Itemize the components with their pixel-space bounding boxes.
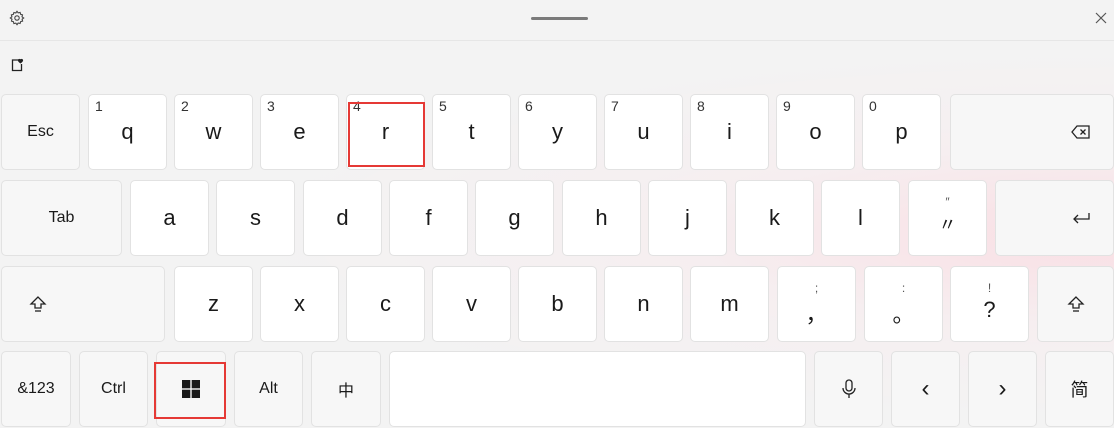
language-key-label: 简 xyxy=(1070,380,1089,400)
key-label: t xyxy=(468,119,475,144)
language-key[interactable]: 简 xyxy=(1045,351,1114,427)
enter-key[interactable] xyxy=(995,180,1114,256)
tab-key-label: Tab xyxy=(48,209,75,226)
key-n[interactable]: n xyxy=(604,266,683,342)
gear-icon[interactable] xyxy=(9,10,25,26)
key-t[interactable]: 5 t xyxy=(432,94,511,170)
key-j[interactable]: j xyxy=(648,180,727,256)
microphone-icon xyxy=(841,379,857,399)
key-label: z xyxy=(208,291,219,316)
key-label: o xyxy=(809,119,822,144)
key-label: i xyxy=(727,119,732,144)
esc-key[interactable]: Esc xyxy=(1,94,80,170)
key-g[interactable]: g xyxy=(475,180,554,256)
key-l[interactable]: l xyxy=(821,180,900,256)
tab-key[interactable]: Tab xyxy=(1,180,122,256)
key-c[interactable]: c xyxy=(346,266,425,342)
key-e[interactable]: 3 e xyxy=(260,94,339,170)
key-label: g xyxy=(508,205,521,230)
close-icon[interactable] xyxy=(1093,10,1109,26)
shift-key-left[interactable] xyxy=(1,266,165,342)
key-q[interactable]: 1 q xyxy=(88,94,167,170)
key-v[interactable]: v xyxy=(432,266,511,342)
backspace-key[interactable] xyxy=(950,94,1114,170)
key-label: u xyxy=(637,119,650,144)
touch-keyboard: Esc 1 q 2 w 3 e 4 r 5 t 6 y 7 u 8 i 9 o … xyxy=(0,0,1114,428)
key-label: m xyxy=(720,291,739,316)
key-label: y xyxy=(552,119,563,144)
key-label: ， xyxy=(805,302,828,327)
key-period[interactable]: : 。 xyxy=(864,266,943,342)
shift-icon xyxy=(29,295,47,313)
key-question[interactable]: ! ? xyxy=(950,266,1029,342)
key-z[interactable]: z xyxy=(174,266,253,342)
ctrl-key[interactable]: Ctrl xyxy=(79,351,148,427)
key-u[interactable]: 7 u xyxy=(604,94,683,170)
space-bar[interactable] xyxy=(389,351,806,427)
key-label: w xyxy=(205,119,222,144)
alt-key[interactable]: Alt xyxy=(234,351,303,427)
key-m[interactable]: m xyxy=(690,266,769,342)
key-shift-hint: ; xyxy=(814,281,819,295)
key-label: d xyxy=(336,205,349,230)
cursor-right-key[interactable]: › xyxy=(968,351,1037,427)
clipboard-heart-icon[interactable] xyxy=(9,57,25,73)
key-label: c xyxy=(380,291,391,316)
key-i[interactable]: 8 i xyxy=(690,94,769,170)
key-shift-hint: ! xyxy=(987,281,992,295)
key-shift-hint: ″ xyxy=(945,195,950,209)
key-label: k xyxy=(769,205,780,230)
shift-icon xyxy=(1066,295,1085,313)
key-a[interactable]: a xyxy=(130,180,209,256)
key-label: e xyxy=(293,119,306,144)
key-o[interactable]: 9 o xyxy=(776,94,855,170)
key-k[interactable]: k xyxy=(735,180,814,256)
key-label: l xyxy=(858,205,863,230)
keyboard-title-bar xyxy=(0,0,1114,41)
key-label: f xyxy=(425,205,432,230)
key-comma[interactable]: ; ， xyxy=(777,266,856,342)
drag-handle-icon[interactable] xyxy=(531,17,588,20)
key-w[interactable]: 2 w xyxy=(174,94,253,170)
key-label: q xyxy=(121,119,134,144)
key-y[interactable]: 6 y xyxy=(518,94,597,170)
key-label: 〃 xyxy=(938,215,957,235)
cursor-right-label: › xyxy=(998,375,1007,402)
key-f[interactable]: f xyxy=(389,180,468,256)
enter-icon xyxy=(1071,210,1091,226)
cursor-left-key[interactable]: ‹ xyxy=(891,351,960,427)
ime-mode-label: 中 xyxy=(337,383,354,400)
backspace-icon xyxy=(1071,124,1091,140)
key-label: h xyxy=(595,205,608,230)
key-b[interactable]: b xyxy=(518,266,597,342)
key-label: v xyxy=(466,291,477,316)
key-label: s xyxy=(250,205,261,230)
highlight-box-r-key xyxy=(348,102,425,167)
ctrl-key-label: Ctrl xyxy=(101,380,126,397)
key-d[interactable]: d xyxy=(303,180,382,256)
key-shift-hint: : xyxy=(901,281,906,295)
key-label: 。 xyxy=(892,302,915,327)
key-s[interactable]: s xyxy=(216,180,295,256)
key-label: n xyxy=(637,291,650,316)
key-label: ? xyxy=(983,297,996,322)
key-label: p xyxy=(895,119,908,144)
ime-mode-key[interactable]: 中 xyxy=(311,351,381,427)
symbols-key-label: &123 xyxy=(17,380,55,397)
esc-key-label: Esc xyxy=(27,123,54,140)
key-label: j xyxy=(685,205,690,230)
key-label: b xyxy=(551,291,564,316)
symbols-key[interactable]: &123 xyxy=(1,351,71,427)
key-p[interactable]: 0 p xyxy=(862,94,941,170)
alt-key-label: Alt xyxy=(259,380,278,397)
key-x[interactable]: x xyxy=(260,266,339,342)
key-label: a xyxy=(163,205,176,230)
key-h[interactable]: h xyxy=(562,180,641,256)
microphone-key[interactable] xyxy=(814,351,883,427)
cursor-left-label: ‹ xyxy=(921,375,930,402)
key-quote[interactable]: ″ 〃 xyxy=(908,180,987,256)
key-label: x xyxy=(294,291,305,316)
shift-key-right[interactable] xyxy=(1037,266,1114,342)
highlight-box-windows-key xyxy=(154,362,226,419)
